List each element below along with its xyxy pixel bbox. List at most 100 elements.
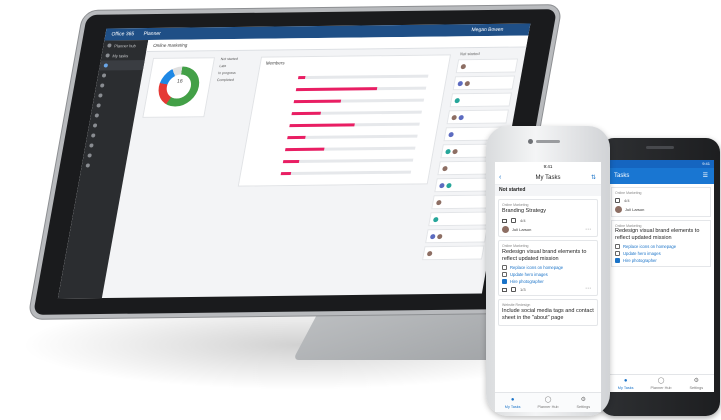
sidebar-item-plan[interactable]	[88, 120, 134, 131]
plan-icon	[98, 93, 103, 98]
member-bar-fill	[289, 122, 355, 127]
tab-planner-hub[interactable]: ◯ Planner Hub	[643, 375, 678, 392]
task-card[interactable]	[446, 109, 509, 125]
sidebar-item-plan[interactable]	[94, 90, 140, 101]
task-card[interactable]: Online Marketing Branding Strategy 4/4 J…	[498, 199, 598, 237]
plan-icon	[85, 163, 91, 168]
task-card[interactable]	[428, 211, 491, 227]
avatar	[446, 182, 452, 188]
sidebar-item-plan[interactable]	[98, 60, 145, 71]
tab-label: Settings	[576, 404, 591, 409]
filter-icon[interactable]: ☰	[703, 168, 708, 184]
tab-settings[interactable]: ⚙ Settings	[566, 393, 601, 412]
checklist-item[interactable]: Hire photographer	[502, 279, 594, 284]
tab-planner-hub[interactable]: ◯ Planner Hub	[530, 393, 565, 412]
plan-icon	[94, 113, 100, 118]
comments-icon	[502, 287, 507, 292]
sidebar-item-plan[interactable]	[95, 80, 141, 91]
tab-settings[interactable]: ⚙ Settings	[679, 375, 714, 392]
bottom-tab-bar: ● My Tasks ◯ Planner Hub ⚙ Settings	[608, 374, 714, 392]
tab-label: My Tasks	[617, 385, 634, 390]
member-bar-row	[257, 110, 423, 116]
gear-icon: ⚙	[693, 377, 700, 384]
tab-label: Settings	[689, 385, 704, 390]
earpiece	[646, 146, 674, 149]
task-card[interactable]	[422, 245, 485, 261]
checkbox-checked[interactable]	[615, 258, 620, 263]
checkbox[interactable]	[502, 272, 507, 277]
android-phone: 9:41 Tasks ☰ Online Marketing 4/4 Juli L…	[600, 138, 720, 416]
checklist-progress: 4/4	[624, 198, 630, 203]
more-icon[interactable]: ⋯	[585, 226, 591, 233]
member-bar-fill	[287, 135, 306, 139]
back-icon[interactable]: ‹	[499, 174, 501, 181]
sidebar-item-planner-hub[interactable]: Planner hub	[103, 40, 149, 51]
sidebar-item-plan[interactable]	[90, 110, 136, 121]
product-showcase: Office 365 Planner Megan Bowen Planner h…	[0, 0, 721, 420]
sidebar-item-plan[interactable]	[83, 150, 129, 161]
task-card[interactable]	[452, 75, 516, 91]
checklist-item[interactable]: Update hero images	[615, 251, 707, 256]
more-icon[interactable]: ⋯	[585, 285, 591, 292]
sidebar-item-my-tasks[interactable]: My tasks	[101, 50, 147, 61]
task-assignee: Juli Larson	[615, 206, 707, 213]
checklist-item[interactable]: Replace icons on homepage	[615, 244, 707, 249]
checkbox[interactable]	[502, 265, 507, 270]
member-bar-track	[282, 158, 414, 163]
checkbox-checked[interactable]	[502, 279, 507, 284]
checklist-item[interactable]: Hire photographer	[615, 258, 707, 263]
planner-sidebar: Planner hub My tasks	[57, 40, 149, 299]
member-bar-track	[280, 170, 412, 175]
task-plan: Online Marketing	[502, 244, 529, 248]
status-donut-chart	[155, 66, 203, 107]
avatar	[451, 114, 458, 120]
task-card[interactable]: Online Marketing Redesign visual brand e…	[611, 220, 711, 267]
office-title[interactable]: Office 365	[111, 31, 135, 37]
member-bar-fill	[291, 111, 321, 115]
board-name: Online marketing	[152, 42, 188, 48]
status-time: 9:41	[543, 164, 553, 169]
tab-my-tasks[interactable]: ● My Tasks	[608, 375, 643, 392]
checkbox[interactable]	[615, 251, 620, 256]
sidebar-item-plan[interactable]	[92, 100, 138, 111]
plan-icon	[101, 73, 107, 78]
assignee-name: Juli Larson	[625, 207, 645, 212]
avatar	[435, 199, 442, 205]
checklist-item[interactable]: Update hero images	[502, 272, 594, 277]
tasks-icon	[105, 53, 110, 58]
status-legend: Not started Late In progress Completed	[216, 57, 255, 85]
member-bar-row	[253, 134, 418, 140]
task-card[interactable]	[431, 194, 494, 210]
sidebar-item-plan[interactable]	[85, 140, 131, 151]
sidebar-item-label: My tasks	[112, 52, 129, 58]
task-card[interactable]: Online Marketing Redesign visual brand e…	[498, 240, 598, 296]
task-card[interactable]	[425, 228, 488, 244]
member-bar-fill	[295, 86, 378, 91]
member-bar-row	[255, 122, 420, 128]
checklist-item[interactable]: Replace icons on homepage	[502, 265, 594, 270]
sidebar-item-plan[interactable]	[97, 70, 143, 81]
tab-label: Planner Hub	[650, 385, 672, 390]
bottom-tab-bar: ● My Tasks ◯ Planner Hub ⚙ Settings	[495, 392, 601, 412]
avatar	[458, 114, 465, 120]
legend-completed: Completed	[216, 77, 235, 83]
task-card[interactable]	[449, 92, 513, 108]
task-card[interactable]: Online Marketing 4/4 Juli Larson	[611, 187, 711, 217]
nav-title: My Tasks	[535, 175, 561, 181]
checkbox[interactable]	[615, 244, 620, 249]
checklist-label: Hire photographer	[510, 279, 544, 284]
user-name[interactable]: Megan Bowen	[470, 24, 504, 36]
task-title: Redesign visual brand elements to reflec…	[502, 249, 587, 262]
gear-icon: ⚙	[580, 396, 587, 403]
filter-icon[interactable]: ⇅	[591, 174, 596, 181]
checklist-label: Hire photographer	[623, 258, 657, 263]
task-card[interactable]	[455, 58, 519, 74]
tablet-screen: Office 365 Planner Megan Bowen Planner h…	[57, 23, 531, 299]
sidebar-item-plan[interactable]	[81, 160, 127, 171]
sidebar-item-plan[interactable]	[86, 130, 132, 141]
donut-center-count: 16	[176, 78, 184, 85]
app-title[interactable]: Planner	[143, 31, 161, 37]
tab-my-tasks[interactable]: ● My Tasks	[495, 393, 530, 412]
hub-icon: ◯	[544, 396, 552, 403]
task-card[interactable]: Website Redesign Include social media ta…	[498, 299, 598, 326]
